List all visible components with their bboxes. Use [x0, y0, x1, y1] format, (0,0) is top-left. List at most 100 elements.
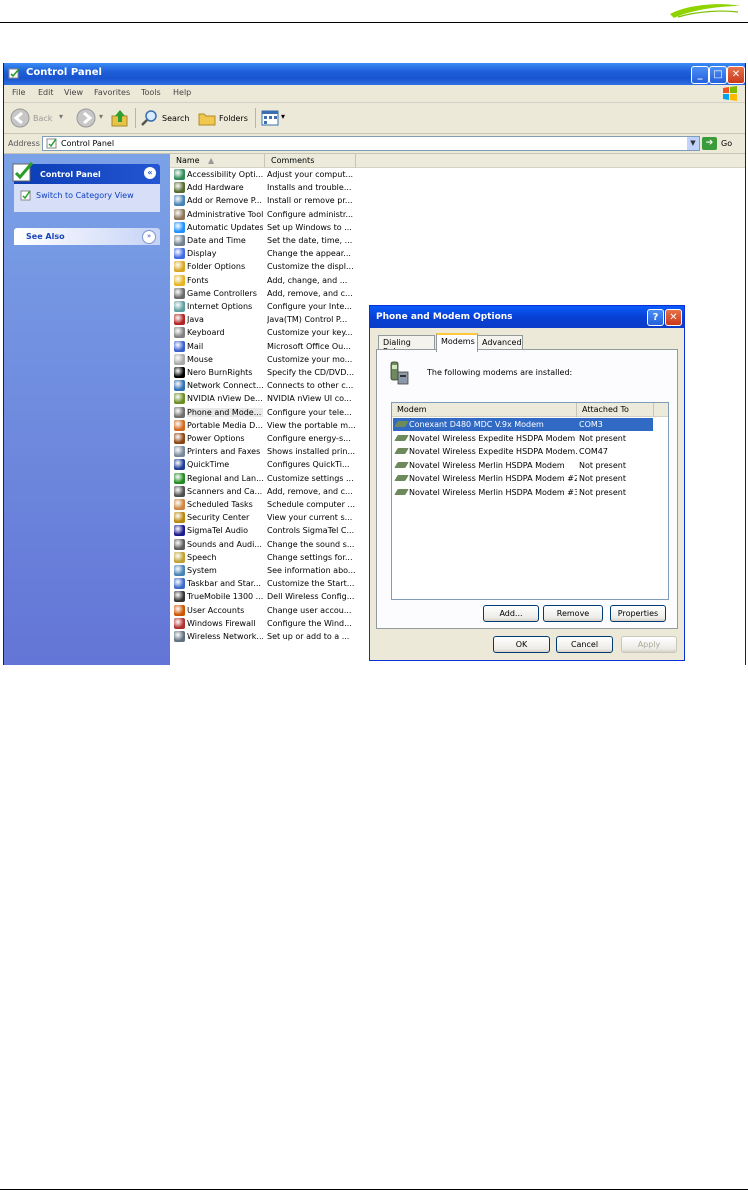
title-bar[interactable]: Control Panel _ □ ✕	[4, 63, 745, 85]
column-header-comments[interactable]: Comments	[265, 154, 356, 168]
add-modem-button[interactable]: Add...	[483, 605, 539, 622]
switch-to-category-view-link[interactable]: Switch to Category View	[36, 191, 134, 200]
see-also-section-header[interactable]: See Also »	[14, 228, 160, 245]
modem-row[interactable]: Novatel Wireless Merlin HSDPA Modem Not p…	[393, 459, 653, 472]
expand-chevron-icon[interactable]: »	[142, 230, 156, 244]
item-comment: Change settings for...	[267, 552, 353, 562]
list-item[interactable]: Administrative Tools Configure administr.…	[170, 208, 530, 221]
views-dropdown-icon[interactable]: ▾	[281, 112, 285, 121]
go-arrow-icon[interactable]: ➔	[702, 137, 717, 150]
item-name: NVIDIA nView De...	[187, 394, 263, 404]
forward-arrow-icon[interactable]	[76, 108, 96, 128]
menu-help[interactable]: Help	[173, 88, 191, 97]
dialog-title-bar[interactable]: Phone and Modem Options ? ✕	[370, 306, 684, 328]
views-icon[interactable]	[261, 110, 279, 126]
column-header-attached-to[interactable]: Attached To	[577, 403, 654, 417]
ok-button[interactable]: OK	[493, 636, 550, 653]
back-button[interactable]: Back	[33, 114, 52, 123]
control-panel-item-icon	[174, 261, 185, 273]
folders-icon[interactable]	[198, 110, 216, 126]
control-panel-item-icon	[174, 499, 185, 510]
dialog-close-button[interactable]: ✕	[665, 309, 682, 326]
modem-row[interactable]: Novatel Wireless Expedite HSDPA Modem...…	[393, 445, 653, 458]
help-button[interactable]: ?	[647, 309, 664, 326]
control-panel-item-icon	[174, 221, 185, 233]
menu-view[interactable]: View	[64, 88, 83, 97]
modem-row[interactable]: Novatel Wireless Merlin HSDPA Modem #2 No…	[393, 472, 653, 485]
modem-icon	[394, 434, 409, 441]
list-item[interactable]: Folder Options Customize the displ...	[170, 260, 530, 273]
address-input[interactable]: Control Panel ▼	[42, 136, 700, 151]
collapse-chevron-icon[interactable]: «	[144, 167, 156, 179]
item-name: User Accounts	[187, 605, 245, 615]
tab-modems[interactable]: Modems	[436, 333, 478, 352]
item-name: TrueMobile 1300 ...	[187, 592, 263, 602]
item-name: Network Connect...	[187, 381, 263, 391]
list-item[interactable]: Accessibility Opti... Adjust your comput.…	[170, 168, 530, 181]
minimize-button[interactable]: _	[691, 66, 709, 84]
item-name: Keyboard	[187, 328, 225, 338]
modem-row[interactable]: Novatel Wireless Merlin HSDPA Modem #3 No…	[393, 486, 653, 499]
tab-dialing-rules[interactable]: Dialing Rules	[378, 335, 435, 356]
modem-attached-to: Not present	[579, 460, 626, 470]
list-item[interactable]: Fonts Add, change, and ...	[170, 274, 530, 287]
list-item[interactable]: Automatic Updates Set up Windows to ...	[170, 221, 530, 234]
control-panel-item-icon	[174, 393, 185, 405]
address-dropdown-icon[interactable]: ▼	[687, 137, 699, 150]
item-comment: Configure your Inte...	[267, 302, 352, 311]
modem-icon	[394, 488, 409, 495]
modem-row[interactable]: Conexant D480 MDC V.9x Modem COM3	[393, 418, 653, 431]
back-arrow-icon[interactable]	[10, 108, 30, 128]
item-comment: Connects to other c...	[267, 381, 354, 391]
item-name: Phone and Mode...	[187, 407, 263, 417]
menu-edit[interactable]: Edit	[38, 88, 54, 97]
close-button[interactable]: ✕	[727, 66, 745, 84]
up-folder-icon[interactable]	[111, 108, 129, 128]
item-name: Wireless Network...	[187, 632, 263, 641]
modem-attached-to: Not present	[579, 433, 626, 443]
control-panel-item-icon	[174, 314, 185, 326]
control-panel-item-icon	[174, 353, 185, 365]
control-panel-item-icon	[174, 340, 185, 352]
control-panel-section-title: Control Panel	[40, 170, 101, 179]
search-icon[interactable]	[141, 109, 159, 127]
control-panel-item-icon	[174, 433, 185, 444]
control-panel-item-icon	[174, 512, 185, 524]
modem-attached-to: COM47	[579, 447, 608, 456]
remove-modem-button[interactable]: Remove	[543, 605, 603, 622]
control-panel-item-icon	[174, 274, 185, 286]
tab-advanced[interactable]: Advanced	[477, 335, 523, 350]
forward-dropdown-icon[interactable]: ▾	[99, 112, 103, 121]
item-comment: Configures QuickTi...	[267, 460, 350, 470]
menu-file[interactable]: File	[12, 88, 25, 97]
item-comment: Customize settings ...	[267, 473, 354, 483]
column-header-name[interactable]: Name ▲	[170, 154, 265, 168]
modem-properties-button[interactable]: Properties	[610, 605, 666, 622]
menu-tools[interactable]: Tools	[141, 88, 161, 97]
modem-row[interactable]: Novatel Wireless Expedite HSDPA Modem Not…	[393, 432, 653, 445]
cancel-button[interactable]: Cancel	[556, 636, 613, 653]
list-item[interactable]: Game Controllers Add, remove, and c...	[170, 287, 530, 300]
modem-icon	[394, 448, 409, 454]
control-panel-item-icon	[174, 419, 185, 431]
column-header-modem[interactable]: Modem	[392, 403, 577, 417]
control-panel-section-header[interactable]: Control Panel «	[12, 162, 160, 184]
search-button[interactable]: Search	[162, 114, 189, 123]
apply-button[interactable]: Apply	[621, 636, 677, 653]
maximize-button[interactable]: □	[709, 66, 727, 84]
menu-favorites[interactable]: Favorites	[94, 88, 130, 97]
item-comment: Dell Wireless Config...	[267, 592, 355, 602]
folders-button[interactable]: Folders	[219, 114, 248, 123]
list-item[interactable]: Add or Remove P... Install or remove pr..…	[170, 194, 530, 207]
list-item[interactable]: Date and Time Set the date, time, ...	[170, 234, 530, 247]
control-panel-section-body: Switch to Category View	[14, 184, 160, 212]
item-comment: Java(TM) Control P...	[267, 315, 348, 325]
item-name: Power Options	[187, 434, 245, 443]
list-item[interactable]: Add Hardware Installs and trouble...	[170, 181, 530, 194]
item-comment: Shows installed prin...	[267, 447, 355, 457]
back-dropdown-icon[interactable]: ▾	[59, 112, 63, 121]
go-button[interactable]: Go	[721, 139, 732, 148]
control-panel-item-icon	[174, 631, 185, 642]
modem-name: Novatel Wireless Merlin HSDPA Modem #3	[409, 487, 577, 497]
list-item[interactable]: Display Change the appear...	[170, 247, 530, 260]
